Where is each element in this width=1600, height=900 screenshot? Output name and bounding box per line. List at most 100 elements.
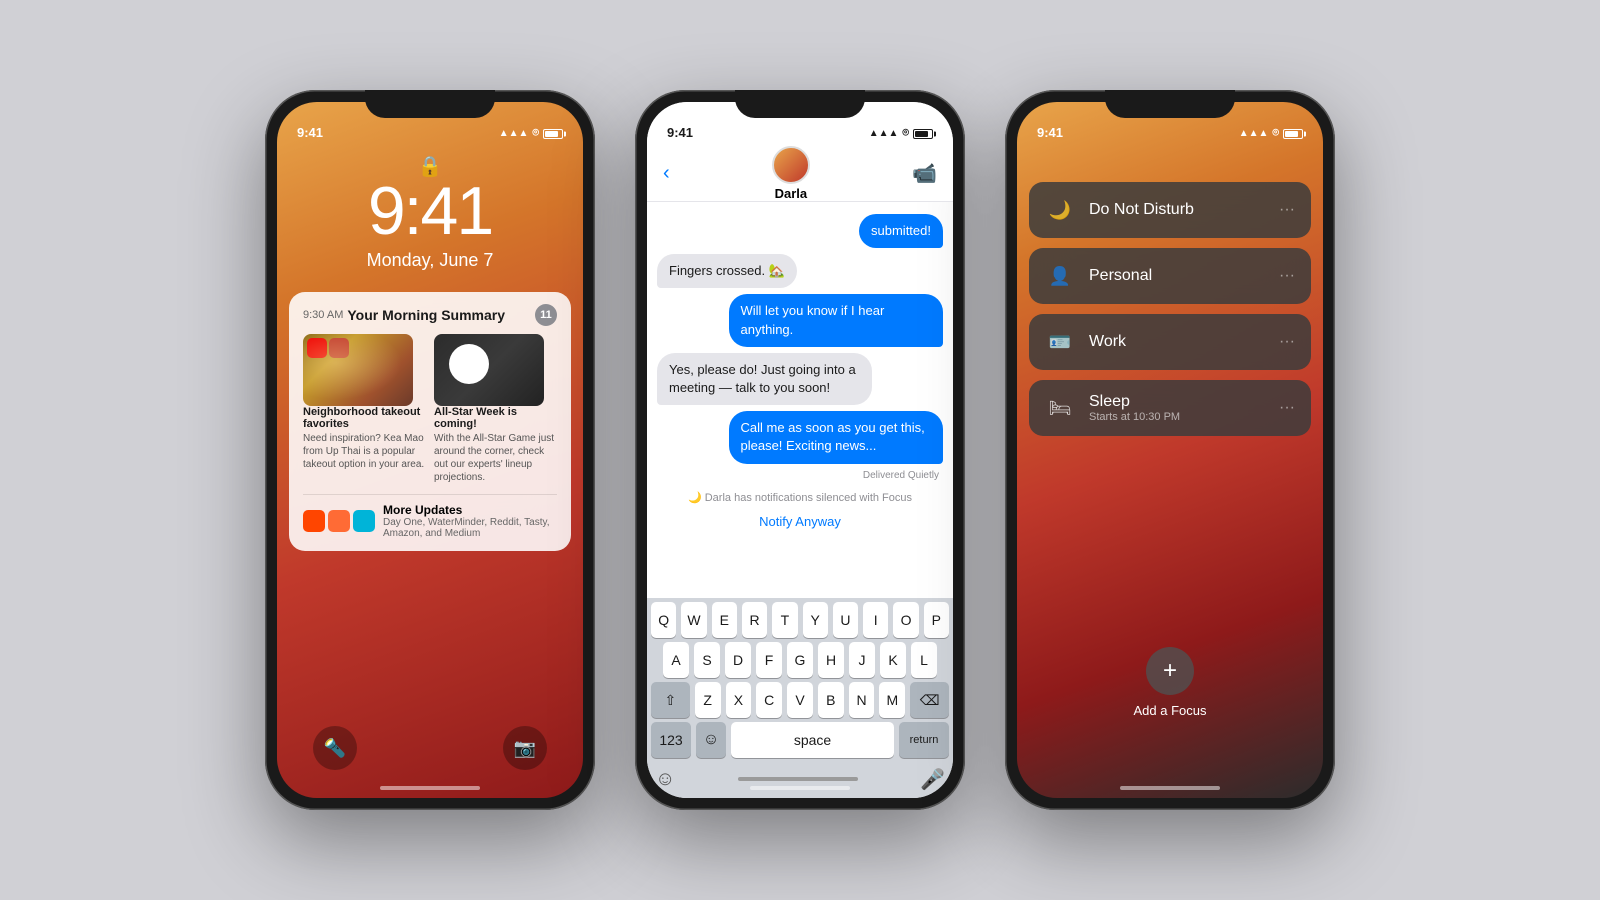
focus-sleep-sublabel: Starts at 10:30 PM [1089, 411, 1265, 423]
notif-baseball-desc: With the All-Star Game just around the c… [434, 432, 557, 484]
add-focus-button[interactable]: + [1146, 647, 1194, 695]
key-backspace[interactable]: ⌫ [910, 682, 949, 718]
focus-sleep-label: Sleep [1089, 393, 1265, 411]
key-K[interactable]: K [880, 642, 906, 678]
notif-title: Your Morning Summary [347, 307, 535, 323]
home-indicator-3[interactable] [1120, 786, 1220, 790]
keyboard-row-2: A S D F G H J K L [647, 638, 953, 678]
notif-baseball-title: All-Star Week is coming! [434, 406, 557, 430]
key-D[interactable]: D [725, 642, 751, 678]
home-indicator-1[interactable] [380, 786, 480, 790]
status-time-3: 9:41 [1037, 125, 1063, 140]
messages-header: ‹ Darla 📹 [647, 146, 953, 202]
notif-food-image [303, 334, 413, 406]
wifi-icon-2: ⌾ [902, 127, 909, 140]
focus-dnd-more-icon[interactable]: ··· [1279, 201, 1295, 219]
home-indicator-2[interactable] [750, 786, 850, 790]
keyboard-row-1: Q W E R T Y U I O P [647, 598, 953, 638]
bed-icon: 🛏 [1045, 393, 1075, 423]
status-time-2: 9:41 [667, 125, 693, 140]
notif-images: Neighborhood takeout favorites Need insp… [303, 334, 557, 484]
key-V[interactable]: V [787, 682, 813, 718]
focus-personal-more-icon[interactable]: ··· [1279, 267, 1295, 285]
briefcase-icon: 🪪 [1045, 327, 1075, 357]
key-S[interactable]: S [694, 642, 720, 678]
signal-icon-1: ▲▲▲ [499, 128, 529, 139]
dictation-kb-icon[interactable]: 🎤 [920, 767, 945, 792]
key-H[interactable]: H [818, 642, 844, 678]
key-M[interactable]: M [879, 682, 905, 718]
key-return[interactable]: return [899, 722, 949, 758]
key-shift[interactable]: ⇧ [651, 682, 690, 718]
key-W[interactable]: W [681, 602, 706, 638]
battery-icon-1 [543, 129, 563, 139]
focus-notice: 🌙 Darla has notifications silenced with … [657, 487, 943, 508]
key-R[interactable]: R [742, 602, 767, 638]
key-Y[interactable]: Y [803, 602, 828, 638]
battery-icon-2 [913, 129, 933, 139]
notch-3 [1105, 90, 1235, 118]
flashlight-button[interactable]: 🔦 [313, 726, 357, 770]
add-focus-section: + Add a Focus [1017, 647, 1323, 718]
wifi-icon-1: ⌾ [532, 127, 539, 140]
message-status: Delivered Quietly [657, 470, 943, 481]
key-X[interactable]: X [726, 682, 752, 718]
key-J[interactable]: J [849, 642, 875, 678]
add-focus-label: Add a Focus [1134, 703, 1207, 718]
key-I[interactable]: I [863, 602, 888, 638]
lock-time: 9:41 [277, 172, 583, 250]
key-U[interactable]: U [833, 602, 858, 638]
message-bubble-sent-1: submitted! [859, 214, 943, 248]
key-A[interactable]: A [663, 642, 689, 678]
key-G[interactable]: G [787, 642, 813, 678]
key-P[interactable]: P [924, 602, 949, 638]
keyboard: Q W E R T Y U I O P A S D F G H [647, 598, 953, 798]
focus-list: 🌙 Do Not Disturb ··· 👤 Personal ··· 🪪 Wo… [1029, 182, 1311, 436]
wifi-icon-3: ⌾ [1272, 127, 1279, 140]
home-indicator-kb [738, 777, 858, 781]
focus-work-more-icon[interactable]: ··· [1279, 333, 1295, 351]
key-C[interactable]: C [756, 682, 782, 718]
message-bubble-sent-2: Will let you know if I hear anything. [729, 294, 944, 346]
key-123[interactable]: 123 [651, 722, 691, 758]
notification-card: 9:30 AM Your Morning Summary 11 Neigh [289, 292, 571, 551]
battery-icon-3 [1283, 129, 1303, 139]
key-space[interactable]: space [731, 722, 894, 758]
phone-1: 9:41 ▲▲▲ ⌾ 🔒 9:41 Monday, June 7 9:30 AM… [265, 90, 595, 810]
contact-name: Darla [775, 186, 808, 201]
focus-dnd-label: Do Not Disturb [1089, 201, 1265, 219]
focus-item-personal[interactable]: 👤 Personal ··· [1029, 248, 1311, 304]
signal-icon-3: ▲▲▲ [1239, 128, 1269, 139]
key-F[interactable]: F [756, 642, 782, 678]
back-button[interactable]: ‹ [663, 162, 670, 185]
focus-item-dnd[interactable]: 🌙 Do Not Disturb ··· [1029, 182, 1311, 238]
focus-sleep-more-icon[interactable]: ··· [1279, 399, 1295, 417]
key-E[interactable]: E [712, 602, 737, 638]
keyboard-row-4: 123 ☺ space return [647, 718, 953, 758]
focus-item-work[interactable]: 🪪 Work ··· [1029, 314, 1311, 370]
emoji-kb-icon[interactable]: ☺ [655, 768, 675, 791]
key-N[interactable]: N [849, 682, 875, 718]
notif-baseball-image [434, 334, 544, 406]
focus-personal-label: Personal [1089, 267, 1265, 285]
notify-anyway-button[interactable]: Notify Anyway [657, 514, 943, 529]
keyboard-row-3: ⇧ Z X C V B N M ⌫ [647, 678, 953, 718]
phone-3: 9:41 ▲▲▲ ⌾ 🌙 Do Not Disturb ··· 👤 [1005, 90, 1335, 810]
messages-body: submitted! Fingers crossed. 🏡 Will let y… [647, 202, 953, 578]
key-T[interactable]: T [772, 602, 797, 638]
focus-work-label: Work [1089, 333, 1265, 351]
key-B[interactable]: B [818, 682, 844, 718]
video-call-button[interactable]: 📹 [912, 161, 937, 186]
lock-date: Monday, June 7 [277, 250, 583, 271]
lock-bottom-buttons: 🔦 📷 [277, 726, 583, 770]
key-Z[interactable]: Z [695, 682, 721, 718]
camera-button[interactable]: 📷 [503, 726, 547, 770]
phone-2: 9:41 ▲▲▲ ⌾ ‹ Darla 📹 submitted! Fin [635, 90, 965, 810]
notch-2 [735, 90, 865, 118]
contact-avatar[interactable] [772, 146, 810, 184]
key-Q[interactable]: Q [651, 602, 676, 638]
key-O[interactable]: O [893, 602, 918, 638]
focus-item-sleep[interactable]: 🛏 Sleep Starts at 10:30 PM ··· [1029, 380, 1311, 436]
key-emoji[interactable]: ☺ [696, 722, 726, 758]
key-L[interactable]: L [911, 642, 937, 678]
